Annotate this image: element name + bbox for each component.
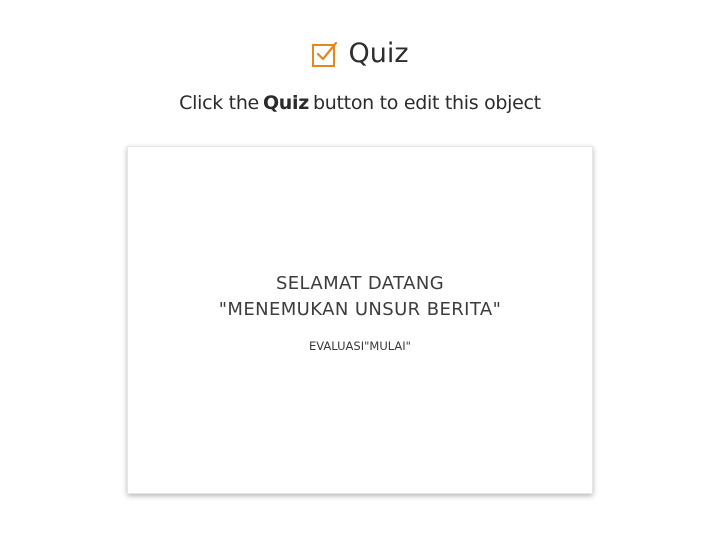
preview-title-line2: "MENEMUKAN UNSUR BERITA"	[218, 299, 502, 320]
checkbox-icon	[311, 40, 339, 68]
quiz-title: Quiz	[348, 38, 409, 69]
quiz-header: Quiz	[0, 36, 720, 72]
preview-title-line1: SELAMAT DATANG	[275, 273, 445, 294]
instruction-text: Click the Quiz button to edit this object	[0, 89, 720, 117]
quiz-preview-card[interactable]: SELAMAT DATANG "MENEMUKAN UNSUR BERITA" …	[127, 146, 593, 494]
preview-subtitle: EVALUASI"MULAI"	[309, 339, 411, 353]
instruction-emphasis: Quiz	[262, 92, 310, 114]
instruction-suffix: button to edit this object	[313, 92, 541, 114]
instruction-prefix: Click the	[179, 92, 259, 114]
